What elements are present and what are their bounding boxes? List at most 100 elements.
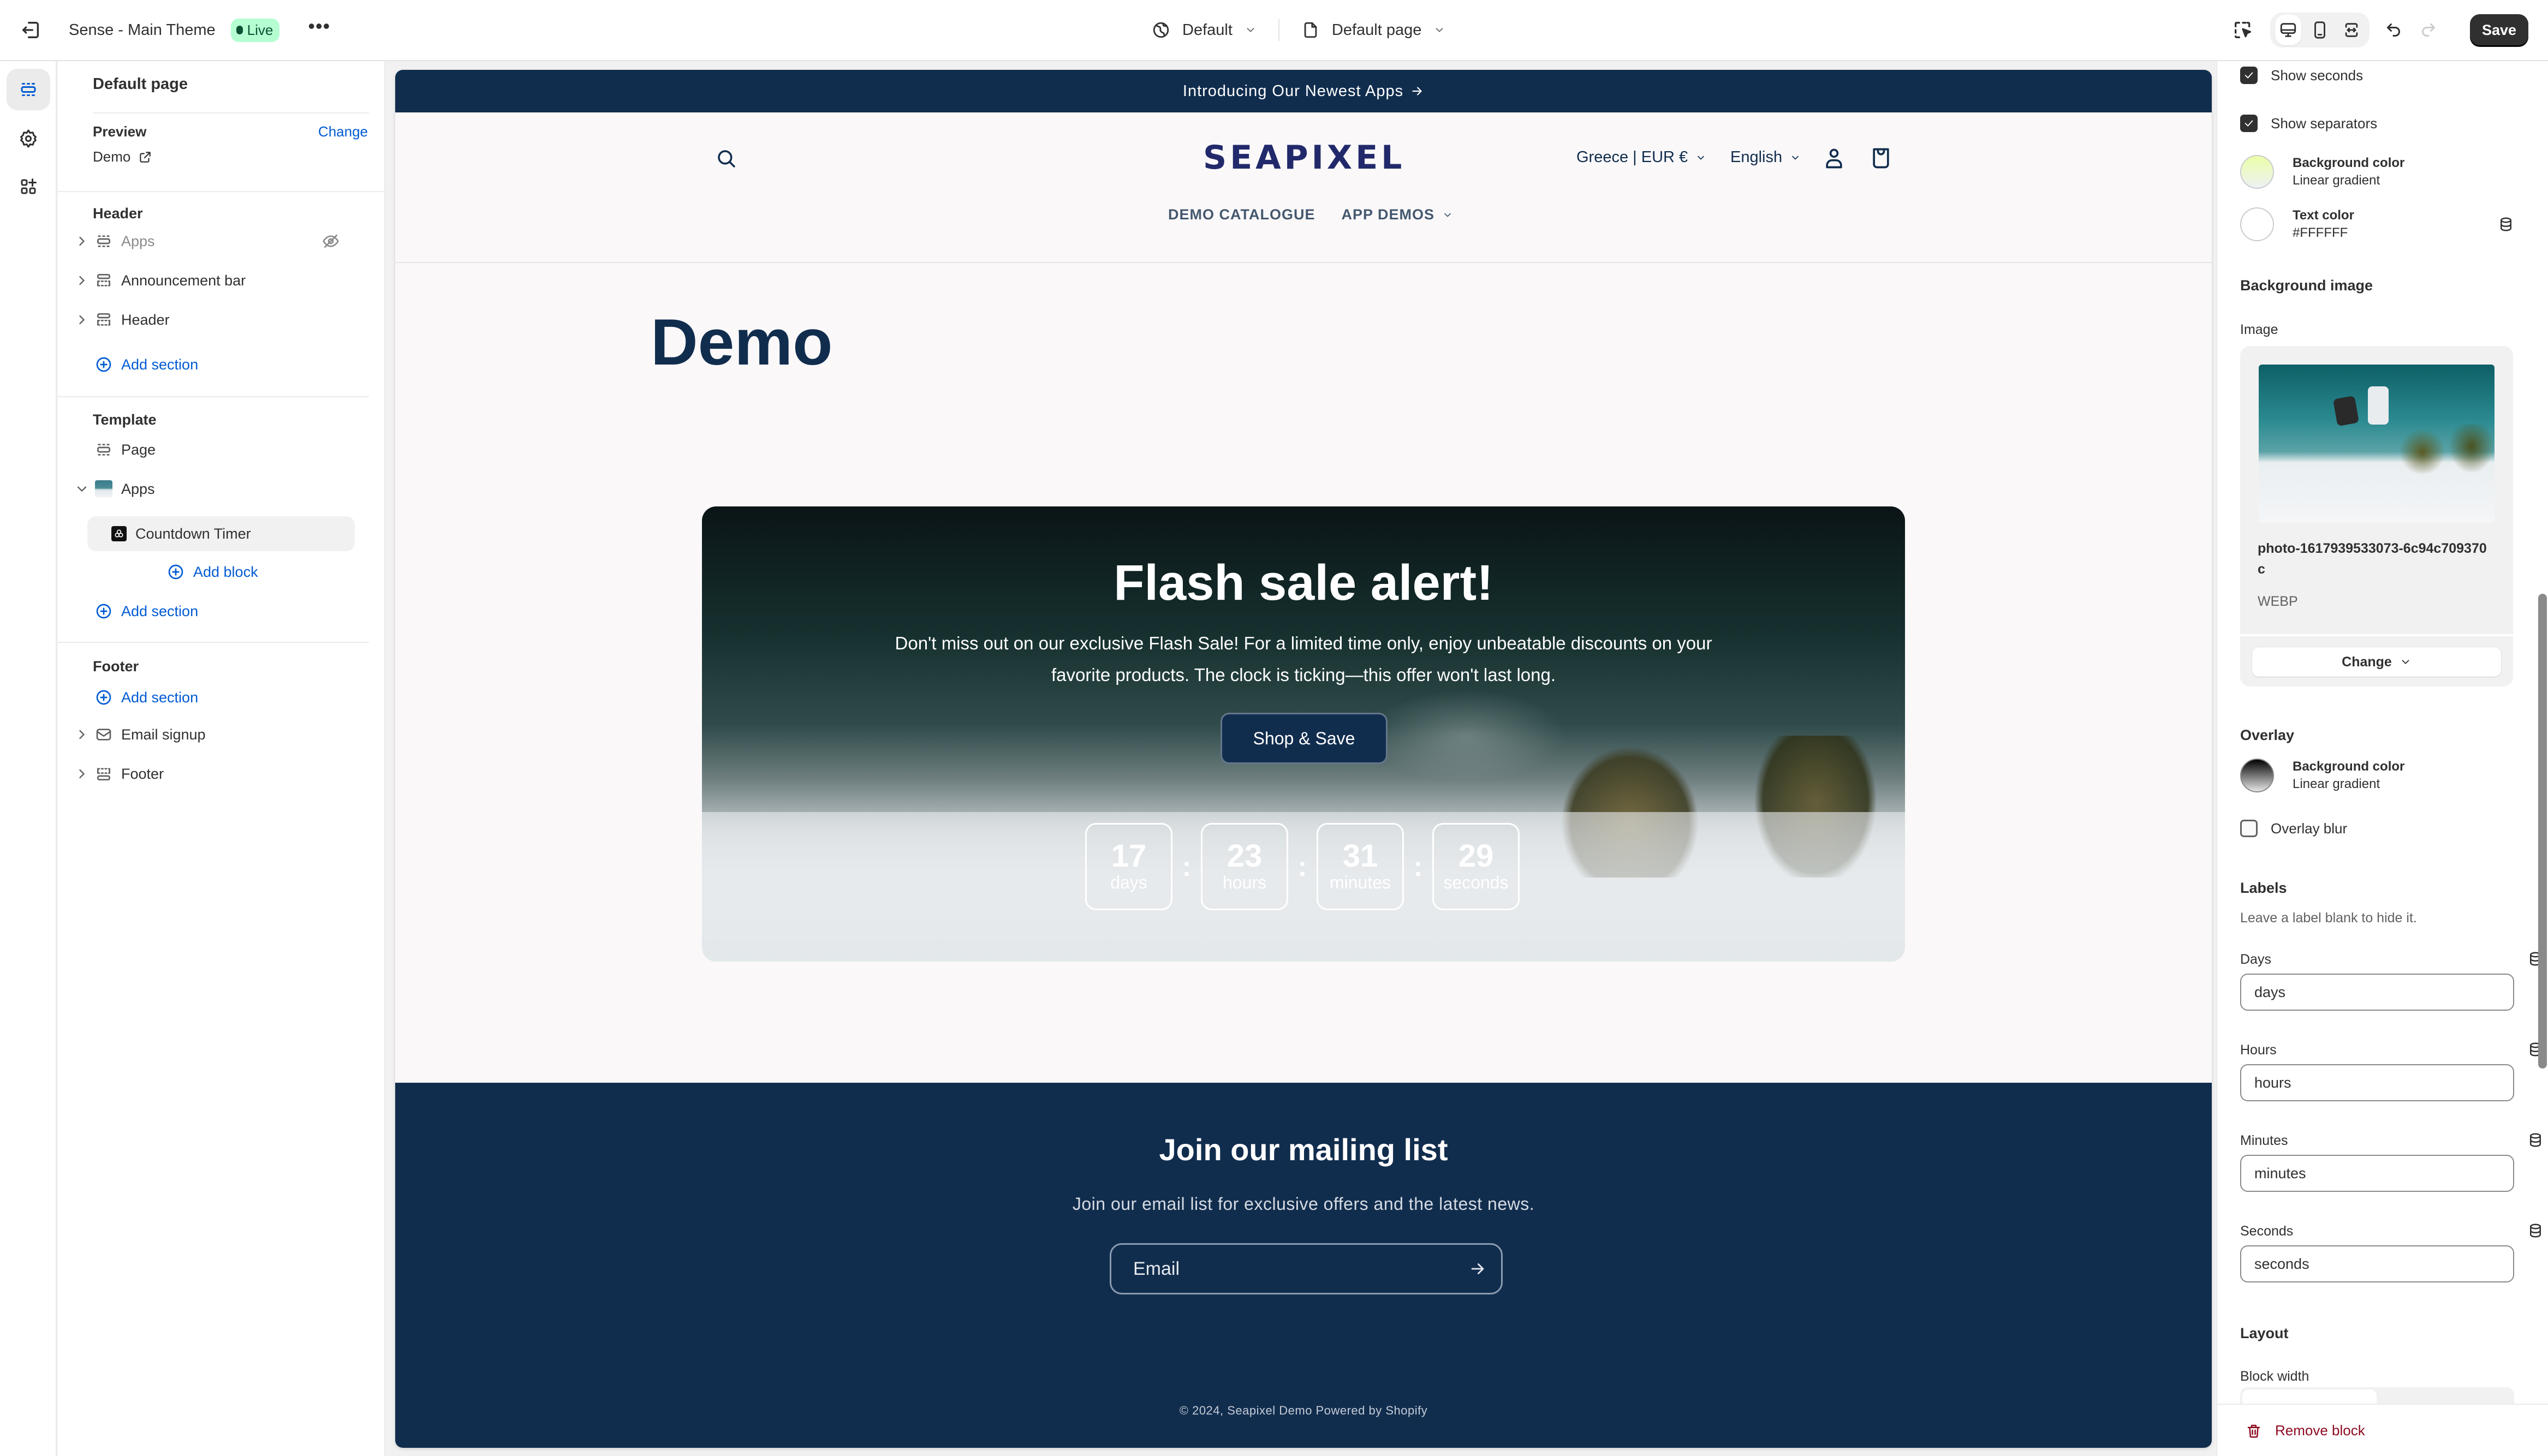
section-item-label: Header [121, 311, 170, 328]
chevron-right-icon[interactable] [74, 727, 90, 742]
page-title: Demo [651, 306, 833, 379]
announcement-bar[interactable]: Introducing Our Newest Apps [395, 70, 2212, 112]
seconds-input[interactable]: seconds [2240, 1245, 2514, 1282]
section-item-footer[interactable]: Footer [74, 756, 364, 791]
show-separators-checkbox[interactable]: Show separators [2240, 115, 2377, 132]
arrow-right-icon[interactable] [1468, 1260, 1487, 1278]
color-swatch[interactable] [2240, 207, 2274, 241]
setting-value: #FFFFFF [2293, 225, 2348, 240]
chevron-right-icon[interactable] [74, 312, 90, 327]
rail-apps-button[interactable] [7, 166, 50, 207]
add-block-button[interactable]: Add block [167, 563, 258, 581]
search-icon[interactable] [715, 147, 738, 170]
color-swatch[interactable] [2240, 759, 2274, 792]
setting-label: Background color [2293, 156, 2405, 170]
more-actions-button[interactable]: ••• [308, 16, 330, 36]
image-thumbnail[interactable] [2259, 365, 2495, 523]
seconds-label: Seconds [2240, 1224, 2294, 1239]
preview-change-link[interactable]: Change [318, 123, 368, 140]
section-item-header[interactable]: Header [74, 302, 364, 337]
countdown-hero[interactable]: Flash sale alert! Don't miss out on our … [702, 506, 1905, 962]
context-select[interactable]: Default [1141, 21, 1267, 39]
change-image-button[interactable]: Change [2252, 647, 2501, 677]
page-select[interactable]: Default page [1290, 21, 1456, 39]
countdown-value: 23 [1227, 838, 1263, 874]
inspector-select-icon[interactable] [2232, 19, 2254, 41]
text-color-setting[interactable]: Text color #FFFFFF [2240, 207, 2519, 241]
redo-icon[interactable] [2419, 20, 2438, 40]
section-item-label: Announcement bar [121, 272, 246, 289]
mobile-icon [2314, 21, 2325, 39]
newsletter-email-input[interactable]: Email [1110, 1243, 1503, 1294]
dynamic-source-icon[interactable] [2527, 1132, 2544, 1148]
country-currency-select[interactable]: Greece | EUR € [1576, 148, 1706, 166]
checkbox-checked[interactable] [2240, 115, 2258, 132]
save-button[interactable]: Save [2469, 14, 2528, 46]
add-section-header-button[interactable]: Add section [95, 356, 198, 373]
section-item-email-signup[interactable]: Email signup [74, 717, 364, 752]
checkbox-label: Show seconds [2271, 67, 2364, 83]
minutes-input[interactable]: minutes [2240, 1155, 2514, 1192]
dynamic-source-icon[interactable] [2498, 216, 2514, 232]
fullwidth-view-button[interactable] [2338, 15, 2365, 45]
account-icon[interactable] [1822, 146, 1846, 170]
block-item-countdown-timer[interactable]: Countdown Timer [87, 516, 355, 551]
chevron-right-icon[interactable] [74, 234, 90, 249]
chevron-down-icon[interactable] [74, 481, 90, 497]
mobile-view-button[interactable] [2307, 15, 2333, 45]
checkbox-label: Overlay blur [2271, 820, 2348, 837]
section-icon [97, 235, 110, 247]
countdown-label: hours [1222, 872, 1267, 892]
background-color-setting[interactable]: Background color Linear gradient [2240, 155, 2519, 189]
settings-scrollbar[interactable] [2538, 594, 2547, 1069]
rail-settings-button[interactable] [7, 118, 50, 159]
desktop-view-button[interactable] [2275, 15, 2301, 45]
mail-icon [96, 729, 111, 741]
eye-hidden-icon[interactable] [322, 232, 340, 250]
section-item-apps-header[interactable]: Apps [74, 224, 364, 259]
store-logo[interactable]: SEAPIXEL [1203, 139, 1405, 177]
nav-item-app-demos[interactable]: APP DEMOS [1342, 206, 1454, 223]
nav-item-demo-catalogue[interactable]: DEMO CATALOGUE [1168, 206, 1315, 223]
shop-and-save-button[interactable]: Shop & Save [1221, 713, 1388, 764]
divider [2240, 634, 2513, 636]
preview-canvas: Introducing Our Newest Apps SEAPIXEL Gre… [386, 61, 2215, 1456]
section-thumbnail [95, 480, 112, 498]
color-swatch[interactable] [2240, 155, 2274, 189]
arrow-right-icon [1412, 87, 1422, 96]
editor-rail [0, 61, 57, 1456]
dynamic-source-icon[interactable] [2527, 1222, 2544, 1239]
checkbox-checked[interactable] [2240, 67, 2258, 84]
rail-sections-button[interactable] [7, 69, 50, 110]
thumbnail-trees [2395, 425, 2493, 474]
page-icon [1304, 22, 1317, 38]
show-seconds-checkbox[interactable]: Show seconds [2240, 67, 2363, 84]
preview-value[interactable]: Demo [93, 148, 152, 165]
overlay-blur-checkbox[interactable]: Overlay blur [2240, 820, 2347, 837]
section-item-announcement-bar[interactable]: Announcement bar [74, 263, 364, 298]
setting-value: Linear gradient [2293, 777, 2380, 791]
hours-input[interactable]: hours [2240, 1064, 2514, 1101]
chevron-right-icon[interactable] [74, 766, 90, 781]
overlay-background-color-setting[interactable]: Background color Linear gradient [2240, 759, 2519, 792]
checkbox-unchecked[interactable] [2240, 820, 2258, 837]
chevron-right-icon[interactable] [74, 273, 90, 288]
plus-circle-icon [168, 564, 183, 580]
language-select[interactable]: English [1730, 148, 1801, 166]
section-item-apps-template[interactable]: Apps [74, 472, 364, 506]
undo-icon[interactable] [2384, 20, 2403, 40]
add-section-template-button[interactable]: Add section [95, 602, 198, 620]
add-section-footer-button[interactable]: Add section [95, 689, 198, 706]
exit-icon[interactable] [20, 19, 41, 41]
section-item-label: Apps [121, 232, 155, 249]
main-nav: DEMO CATALOGUE APP DEMOS [1168, 206, 1453, 223]
trash-icon [2247, 1424, 2260, 1437]
remove-block-button[interactable]: Remove block [2246, 1422, 2365, 1439]
section-item-page[interactable]: Page [74, 432, 364, 467]
chevron-down-icon [2402, 660, 2409, 664]
days-input[interactable]: days [2240, 974, 2514, 1011]
theme-name: Sense - Main Theme [69, 21, 216, 39]
cart-icon[interactable] [1869, 145, 1893, 171]
countdown-seconds: 29 seconds [1432, 823, 1520, 910]
block-settings-panel: Show seconds Show separators Background … [2216, 61, 2548, 1456]
